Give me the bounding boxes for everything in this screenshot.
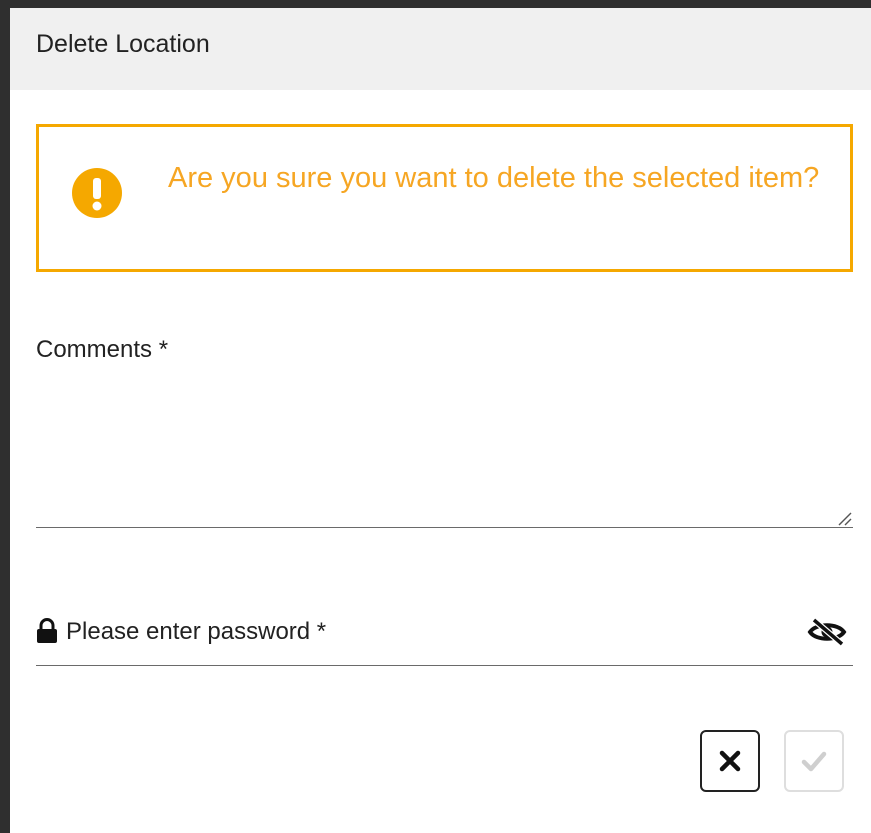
confirm-button[interactable]	[784, 730, 844, 792]
resize-grip-icon[interactable]	[836, 510, 852, 526]
eye-slash-icon[interactable]	[806, 618, 848, 646]
dialog-title: Delete Location	[36, 30, 210, 58]
password-field	[36, 608, 853, 666]
comments-label: Comments *	[36, 336, 169, 363]
close-icon	[719, 750, 741, 772]
warning-message: Are you sure you want to delete the sele…	[168, 162, 820, 194]
cancel-button[interactable]	[700, 730, 760, 792]
exclamation-circle-icon	[72, 168, 122, 218]
comments-textarea[interactable]	[36, 380, 853, 528]
warning-alert: Are you sure you want to delete the sele…	[36, 124, 853, 272]
dialog-header: Delete Location	[10, 8, 871, 90]
check-icon	[801, 751, 827, 772]
lock-icon	[37, 618, 57, 643]
password-input[interactable]	[66, 612, 806, 652]
delete-location-dialog: Delete Location Are you sure you want to…	[0, 0, 871, 833]
